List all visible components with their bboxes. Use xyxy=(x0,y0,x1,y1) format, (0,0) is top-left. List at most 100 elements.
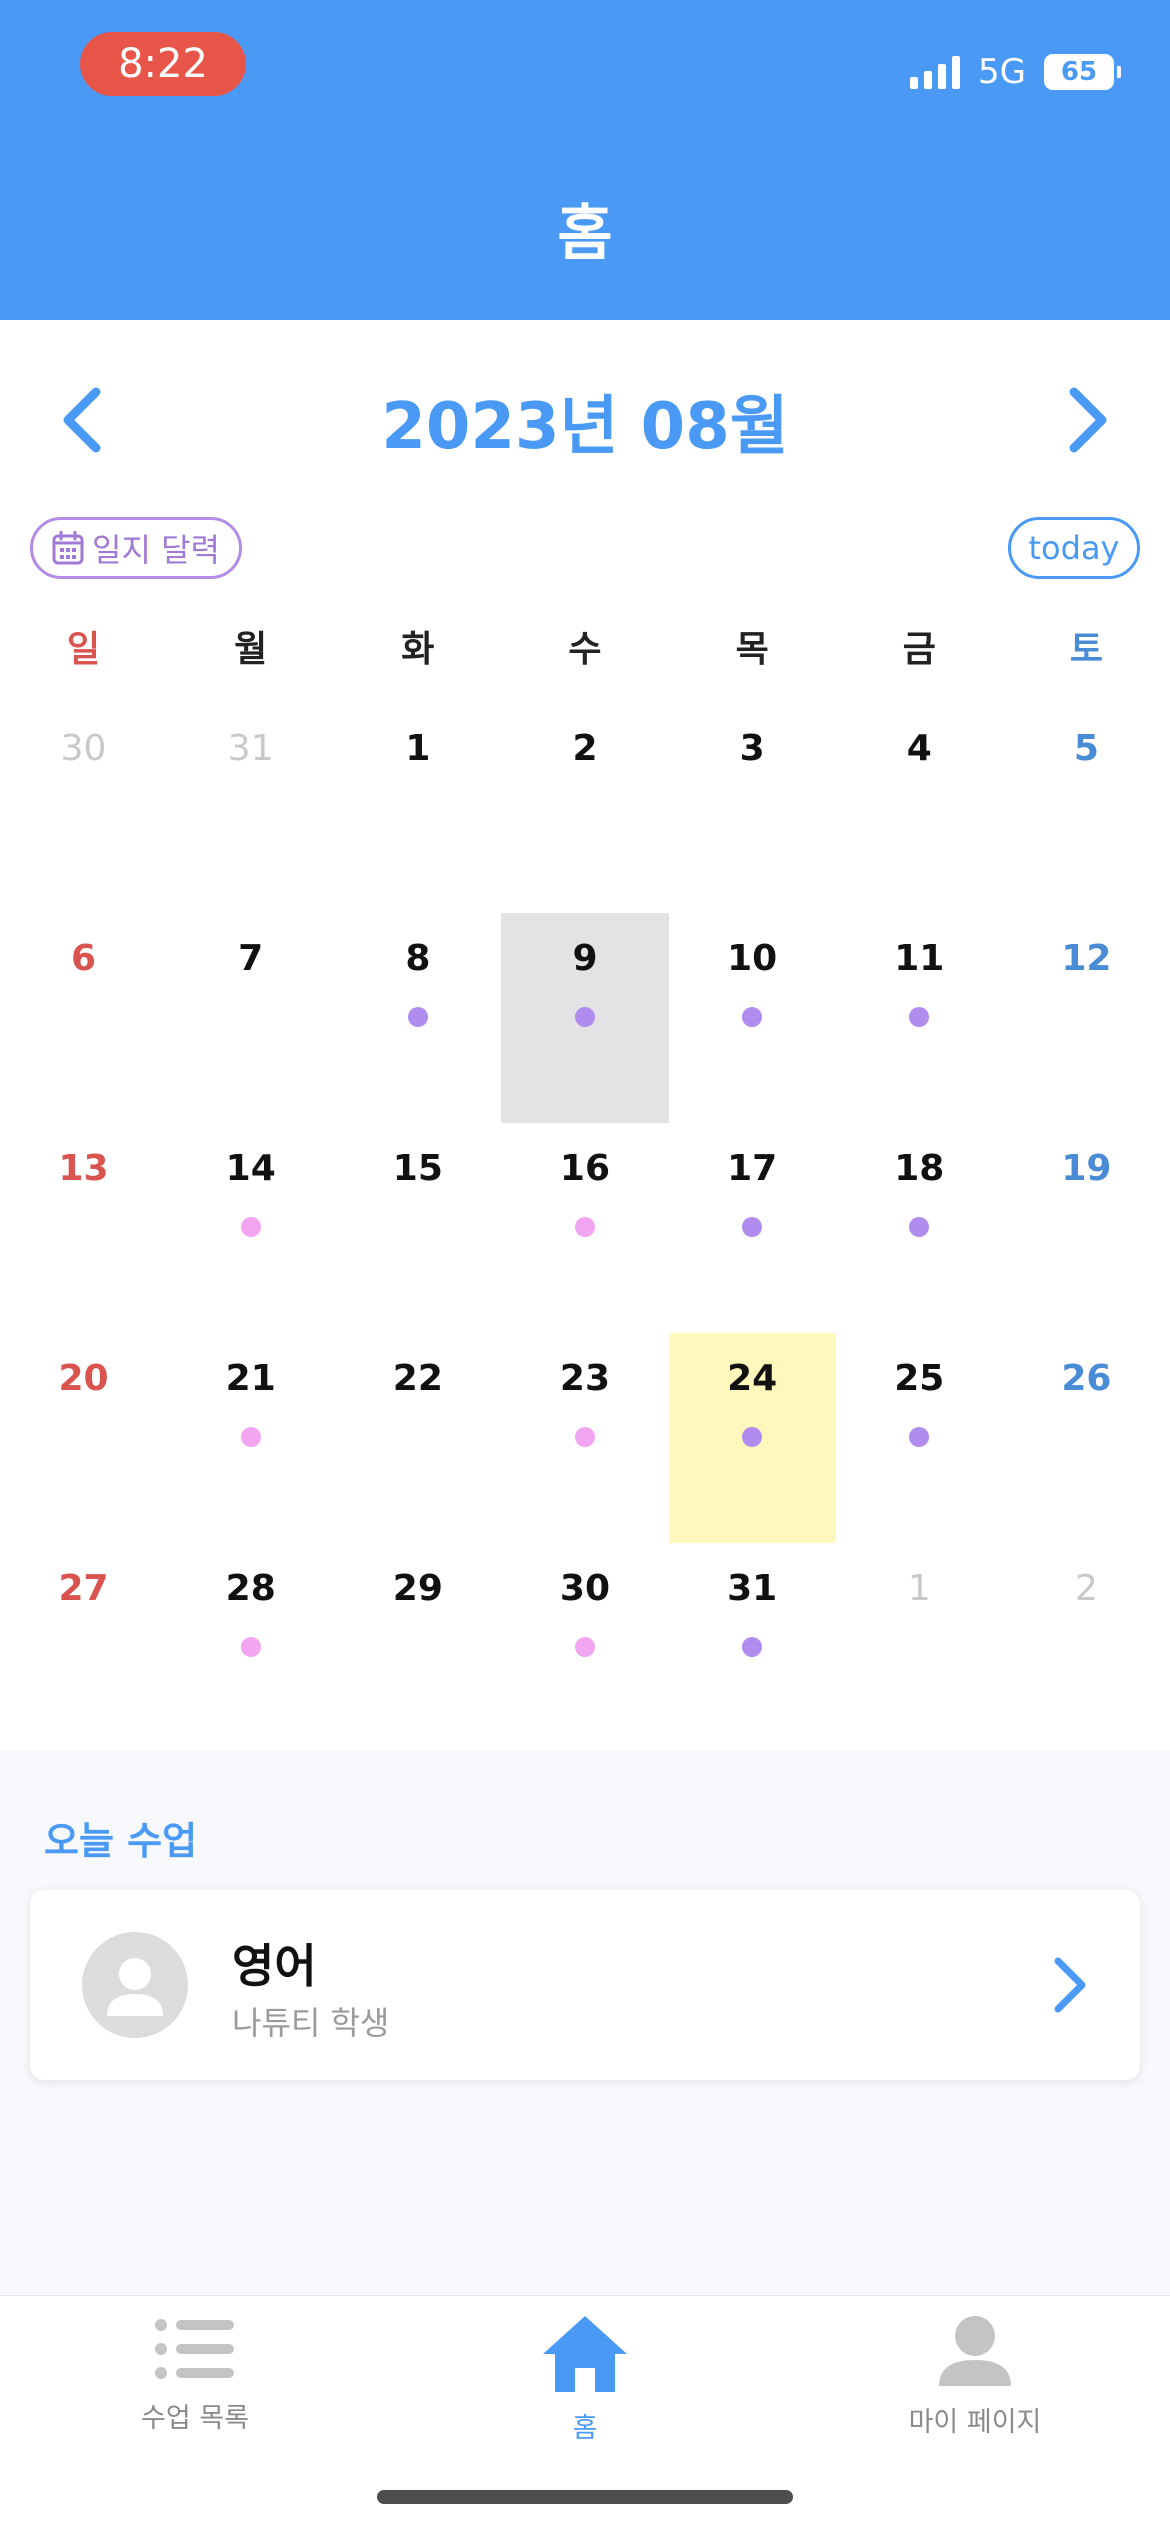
calendar-day[interactable]: 25 xyxy=(836,1333,1003,1543)
calendar-day[interactable]: 13 xyxy=(0,1123,167,1333)
event-dot xyxy=(574,1217,595,1237)
home-icon xyxy=(543,2316,627,2392)
tab-class-list[interactable]: 수업 목록 xyxy=(45,2314,345,2435)
calendar-day[interactable]: 22 xyxy=(334,1333,501,1543)
calendar-day-today[interactable]: 24 xyxy=(668,1333,836,1543)
calendar-day[interactable]: 5 xyxy=(1003,703,1170,913)
calendar-day[interactable]: 30 xyxy=(501,1543,668,1753)
calendar-icon xyxy=(52,531,84,565)
day-number: 1 xyxy=(405,728,431,769)
event-dot xyxy=(909,1007,930,1027)
battery-level: 65 xyxy=(1060,57,1098,87)
calendar-day[interactable]: 27 xyxy=(0,1543,167,1753)
day-number: 1 xyxy=(907,1568,931,1609)
calendar-day[interactable]: 8 xyxy=(334,913,501,1123)
today-button-label: today xyxy=(1028,529,1120,567)
next-month-button[interactable] xyxy=(1058,380,1118,460)
calendar-day[interactable]: 18 xyxy=(836,1123,1003,1333)
day-number: 16 xyxy=(559,1148,611,1189)
calendar-day[interactable]: 31 xyxy=(167,703,334,913)
day-number: 12 xyxy=(1061,938,1112,979)
calendar-day[interactable]: 7 xyxy=(167,913,334,1123)
day-number: 26 xyxy=(1061,1358,1112,1399)
network-type: 5G xyxy=(978,52,1026,92)
calendar-day[interactable]: 19 xyxy=(1003,1123,1170,1333)
app-header: 8:22 5G 65 홈 xyxy=(0,0,1170,320)
day-number: 7 xyxy=(238,938,264,979)
day-number: 22 xyxy=(392,1358,443,1399)
status-time: 8:22 xyxy=(80,32,246,96)
day-number: 20 xyxy=(58,1358,109,1399)
calendar-day[interactable]: 16 xyxy=(501,1123,668,1333)
calendar-day[interactable]: 29 xyxy=(334,1543,501,1753)
day-number: 5 xyxy=(1073,728,1099,769)
day-number: 9 xyxy=(572,938,598,979)
tab-label: 수업 목록 xyxy=(141,2403,249,2434)
weekday-sun: 일 xyxy=(67,629,101,670)
page-title: 홈 xyxy=(557,199,613,269)
calendar-day[interactable]: 3 xyxy=(669,703,836,913)
day-number: 15 xyxy=(392,1148,443,1189)
calendar-day[interactable]: 2 xyxy=(1003,1543,1170,1753)
calendar-day[interactable]: 23 xyxy=(501,1333,668,1543)
tab-label: 홈 xyxy=(572,2413,598,2444)
calendar-day[interactable]: 15 xyxy=(334,1123,501,1333)
day-number: 21 xyxy=(225,1358,276,1399)
month-title: 2023년 08월 xyxy=(381,390,789,464)
calendar-day-selected[interactable]: 9 xyxy=(501,913,669,1123)
calendar-day[interactable]: 30 xyxy=(0,703,167,913)
calendar-day[interactable]: 17 xyxy=(669,1123,836,1333)
weekday-tue: 화 xyxy=(401,629,435,670)
calendar-day[interactable]: 11 xyxy=(836,913,1003,1123)
calendar-day[interactable]: 6 xyxy=(0,913,167,1123)
day-number: 8 xyxy=(405,938,431,979)
calendar-day[interactable]: 1 xyxy=(334,703,501,913)
day-number: 17 xyxy=(727,1148,778,1189)
day-number: 4 xyxy=(906,728,932,769)
day-number: 30 xyxy=(60,728,107,769)
signal-icon xyxy=(910,55,961,89)
day-number: 18 xyxy=(894,1148,945,1189)
calendar-day[interactable]: 14 xyxy=(167,1123,334,1333)
tab-my-page[interactable]: 마이 페이지 xyxy=(825,2314,1125,2439)
event-dot xyxy=(742,1427,763,1447)
event-dot xyxy=(407,1007,428,1027)
calendar-day[interactable]: 1 xyxy=(836,1543,1003,1753)
battery-icon: 65 xyxy=(1044,54,1121,90)
class-card[interactable]: 영어 나튜티 학생 xyxy=(30,1890,1140,2080)
class-subject: 영어 xyxy=(232,1939,317,1993)
event-dot xyxy=(909,1217,930,1237)
calendar-day[interactable]: 26 xyxy=(1003,1333,1170,1543)
weekday-header: 일 월 화 수 목 금 토 xyxy=(0,620,1170,672)
event-dot xyxy=(909,1427,930,1447)
calendar-day[interactable]: 12 xyxy=(1003,913,1170,1123)
person-icon xyxy=(939,2316,1011,2386)
section-title: 오늘 수업 xyxy=(44,1819,198,1863)
avatar-icon xyxy=(82,1932,188,2038)
day-number: 24 xyxy=(727,1358,778,1399)
weekday-sat: 토 xyxy=(1069,629,1103,670)
calendar-day[interactable]: 28 xyxy=(167,1543,334,1753)
tab-label: 마이 페이지 xyxy=(908,2407,1042,2438)
calendar-day[interactable]: 2 xyxy=(501,703,668,913)
calendar-day[interactable]: 10 xyxy=(669,913,836,1123)
tab-home[interactable]: 홈 xyxy=(435,2314,735,2445)
day-number: 30 xyxy=(559,1568,611,1609)
calendar-day[interactable]: 21 xyxy=(167,1333,334,1543)
today-button[interactable]: today xyxy=(1008,517,1140,579)
day-number: 29 xyxy=(392,1568,443,1609)
calendar-day[interactable]: 31 xyxy=(669,1543,836,1753)
day-number: 14 xyxy=(225,1148,276,1189)
weekday-thu: 목 xyxy=(735,629,769,670)
event-dot xyxy=(574,1637,595,1657)
class-student: 나튜티 학생 xyxy=(232,2004,390,2042)
day-number: 27 xyxy=(58,1568,109,1609)
calendar-day[interactable]: 20 xyxy=(0,1333,167,1543)
day-number: 2 xyxy=(572,728,598,769)
calendar-day[interactable]: 4 xyxy=(836,703,1003,913)
day-number: 19 xyxy=(1061,1148,1112,1189)
day-number: 23 xyxy=(559,1358,611,1399)
day-number: 10 xyxy=(727,938,778,979)
chevron-right-icon xyxy=(1069,387,1107,453)
journal-calendar-button[interactable]: 일지 달력 xyxy=(30,517,242,579)
